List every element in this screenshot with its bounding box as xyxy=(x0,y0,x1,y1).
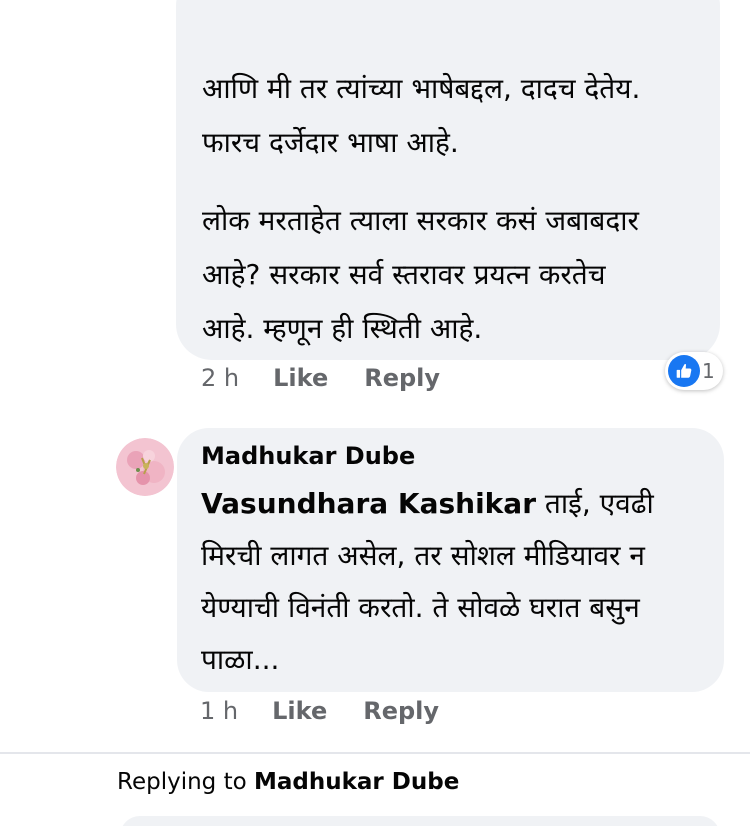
comment-text-line: येण्याची विनंती करतो. ते सोवळे घरात बसुन xyxy=(201,591,640,624)
divider xyxy=(0,752,750,754)
comment-text-line: फारच दर्जेदार भाषा आहे. xyxy=(202,126,459,159)
mention-link[interactable]: Vasundhara Kashikar xyxy=(201,487,536,520)
comment-text-line: आहे? सरकार सर्व स्तरावर प्रयत्न करतेच xyxy=(202,258,606,291)
comment-text-segment: ताई, एवढी xyxy=(536,487,654,520)
avatar[interactable] xyxy=(116,438,174,496)
like-button[interactable]: Like xyxy=(272,697,327,725)
comment-author[interactable]: Madhukar Dube xyxy=(201,442,415,470)
replying-to-banner: Replying to Madhukar Dube xyxy=(117,769,459,795)
comment-timestamp[interactable]: 1 h xyxy=(200,697,238,725)
comment-thread: आणि मी तर त्यांच्या भाषेबद्दल, दादच देते… xyxy=(0,0,750,826)
like-thumb-icon xyxy=(668,355,700,387)
comment-actions: 2 h Like Reply xyxy=(201,364,440,392)
like-button[interactable]: Like xyxy=(273,364,328,392)
reply-input[interactable] xyxy=(120,816,720,826)
comment-text-line: पाळा... xyxy=(201,643,280,676)
comment-actions: 1 h Like Reply xyxy=(200,697,439,725)
comment-timestamp[interactable]: 2 h xyxy=(201,364,239,392)
reply-button[interactable]: Reply xyxy=(363,697,439,725)
comment-text-line: लोक मरताहेत त्याला सरकार कसं जबाबदार xyxy=(202,204,639,237)
comment-text: Vasundhara Kashikar ताई, एवढी मिरची लागत… xyxy=(201,478,711,686)
reaction-count: 1 xyxy=(702,359,715,383)
reply-button[interactable]: Reply xyxy=(364,364,440,392)
replying-name: Madhukar Dube xyxy=(253,769,460,795)
comment-text-line: आणि मी तर त्यांच्या भाषेबद्दल, दादच देते… xyxy=(202,72,641,105)
comment-text-line: मिरची लागत असेल, तर सोशल मीडियावर न xyxy=(201,539,645,572)
comment-bubble: आणि मी तर त्यांच्या भाषेबद्दल, दादच देते… xyxy=(176,0,720,360)
reaction-summary[interactable]: 1 xyxy=(665,352,723,390)
comment-bubble: Madhukar Dube Vasundhara Kashikar ताई, ए… xyxy=(177,428,724,692)
replying-prefix: Replying to xyxy=(117,769,254,795)
comment-text-line: आहे. म्हणून ही स्थिती आहे. xyxy=(202,312,483,345)
